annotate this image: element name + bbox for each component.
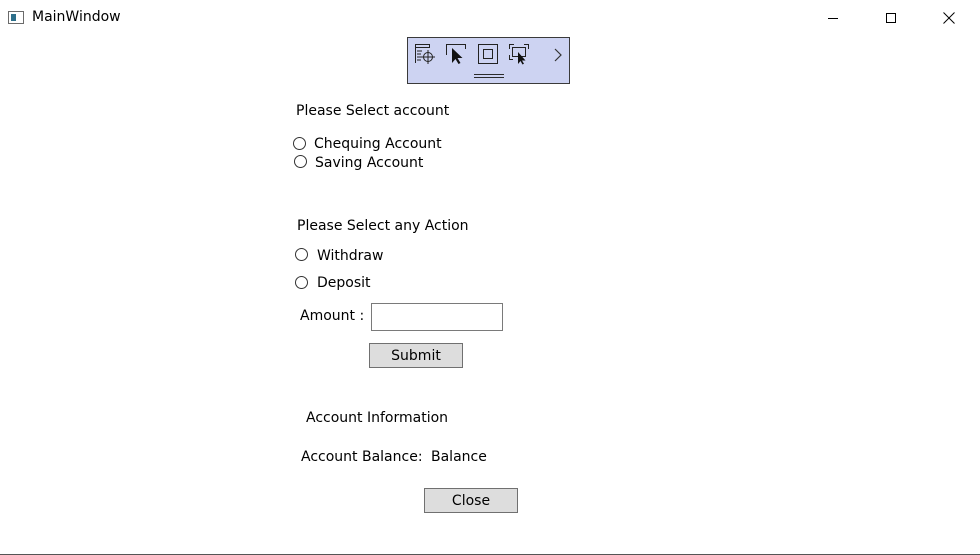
title-bar: MainWindow xyxy=(0,0,980,36)
amount-input[interactable] xyxy=(371,303,503,331)
debug-toolbar xyxy=(407,37,570,84)
withdraw-radio[interactable] xyxy=(295,248,308,261)
balance-label: Account Balance: xyxy=(301,449,423,465)
toolbar-grip[interactable] xyxy=(474,74,504,78)
balance-value: Balance xyxy=(431,449,487,465)
minimize-icon xyxy=(828,17,838,19)
submit-button[interactable]: Submit xyxy=(369,343,463,368)
close-icon xyxy=(943,12,955,24)
amount-label: Amount : xyxy=(300,308,365,324)
saving-label[interactable]: Saving Account xyxy=(315,154,423,172)
app-icon xyxy=(8,11,24,24)
close-button[interactable]: Close xyxy=(424,488,518,513)
account-heading: Please Select account xyxy=(296,103,450,119)
main-window: MainWindow Please Select account Chequin… xyxy=(0,0,980,555)
close-window-button[interactable] xyxy=(920,0,978,36)
account-info-heading: Account Information xyxy=(306,410,449,426)
deposit-label[interactable]: Deposit xyxy=(317,274,371,292)
display-layout-adorners-icon[interactable] xyxy=(477,43,499,65)
track-focus-icon[interactable] xyxy=(508,43,530,65)
chequing-radio[interactable] xyxy=(293,137,306,150)
withdraw-label[interactable]: Withdraw xyxy=(317,247,383,265)
maximize-button[interactable] xyxy=(862,0,920,36)
chequing-label[interactable]: Chequing Account xyxy=(314,135,442,153)
window-title: MainWindow xyxy=(32,9,121,25)
chevron-right-icon[interactable] xyxy=(552,47,564,63)
pointer-icon[interactable] xyxy=(445,43,467,65)
deposit-radio[interactable] xyxy=(295,276,308,289)
minimize-button[interactable] xyxy=(804,0,862,36)
saving-radio[interactable] xyxy=(294,155,307,168)
maximize-icon xyxy=(886,13,896,23)
action-heading: Please Select any Action xyxy=(297,218,469,234)
select-element-icon[interactable] xyxy=(414,43,436,65)
